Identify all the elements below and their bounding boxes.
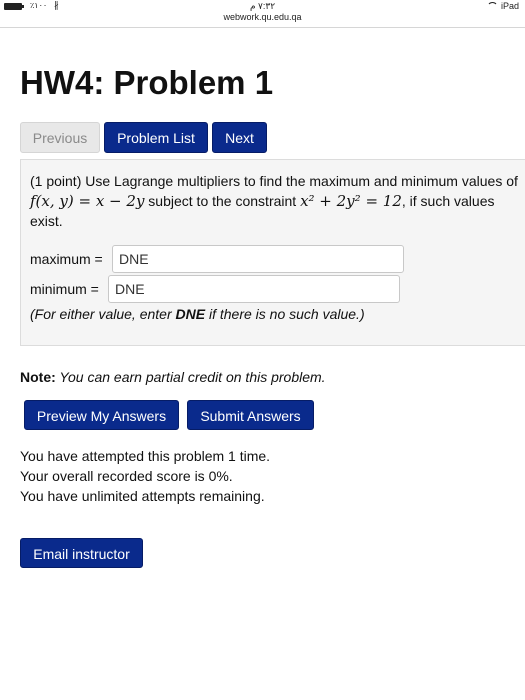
score-line: Your overall recorded score is 0%. [20,468,233,484]
wifi-icon [486,2,498,10]
partial-credit-note: Note: You can earn partial credit on thi… [20,369,326,385]
note-label: Note: [20,369,56,385]
device-name: iPad [500,1,519,11]
minimum-label: minimum = [30,281,99,297]
hint-pre: (For either value, enter [30,306,176,322]
constraint-expression: x² + 2y² = 12 [300,192,402,210]
problem-list-button[interactable]: Problem List [104,122,208,153]
note-text: You can earn partial credit on this prob… [55,369,326,385]
clock: ٧:٣٢ م [249,1,276,11]
attempts-line: You have attempted this problem 1 time. [20,448,271,464]
problem-panel: (1 point) Use Lagrange multipliers to fi… [20,159,525,346]
hint-post: if there is no such value.) [205,306,365,322]
previous-button: Previous [20,122,100,153]
device-indicator: iPad [486,1,519,11]
answer-hint: (For either value, enter DNE if there is… [30,306,365,322]
hint-bold: DNE [175,306,206,322]
submit-answers-button[interactable]: Submit Answers [187,400,314,430]
address-bar[interactable]: webwork.qu.edu.qa [0,12,525,28]
minimum-input[interactable]: DNE [108,275,400,303]
next-button[interactable]: Next [212,122,267,153]
problem-mid: subject to the constraint [144,193,301,209]
maximum-input[interactable]: DNE [112,245,404,273]
email-instructor-button[interactable]: Email instructor [20,538,143,568]
attempts-info: You have attempted this problem 1 time. … [20,446,270,506]
function-expression: f(x, y) = x − 2y [30,192,145,210]
maximum-label: maximum = [30,251,103,267]
page-title: HW4: Problem 1 [20,64,274,101]
remaining-line: You have unlimited attempts remaining. [20,488,265,504]
problem-intro: (1 point) Use Lagrange multipliers to fi… [30,173,518,189]
status-bar: ٪١٠٠ ∦ ٧:٣٢ م iPad [0,0,525,12]
problem-statement: (1 point) Use Lagrange multipliers to fi… [30,171,524,231]
preview-answers-button[interactable]: Preview My Answers [24,400,179,430]
